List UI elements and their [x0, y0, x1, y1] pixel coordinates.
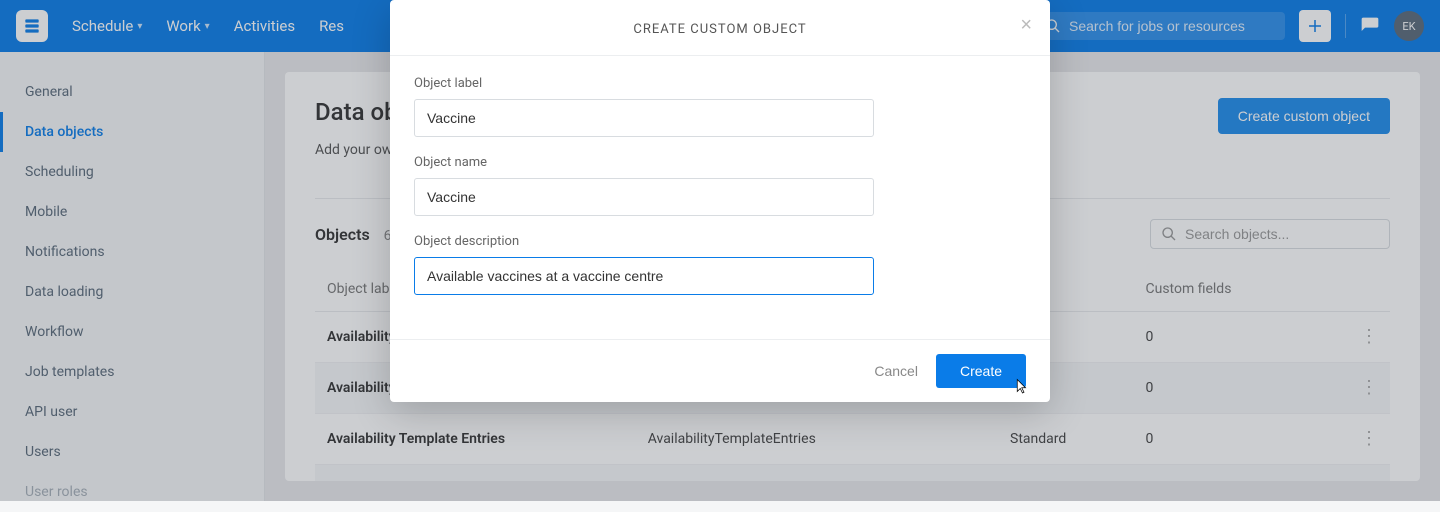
modal-overlay: CREATE CUSTOM OBJECT × Object label Obje…	[0, 0, 1440, 501]
create-object-modal: CREATE CUSTOM OBJECT × Object label Obje…	[390, 0, 1050, 402]
field-object-description: Object description	[414, 234, 1026, 295]
cancel-button[interactable]: Cancel	[874, 363, 918, 379]
object-name-input[interactable]	[414, 178, 874, 216]
field-object-label: Object label	[414, 76, 1026, 137]
modal-body: Object label Object name Object descript…	[390, 56, 1050, 339]
close-icon[interactable]: ×	[1020, 14, 1032, 37]
create-button[interactable]: Create	[936, 354, 1026, 388]
modal-footer: Cancel Create	[390, 339, 1050, 402]
modal-header: CREATE CUSTOM OBJECT ×	[390, 0, 1050, 56]
field-label: Object label	[414, 76, 1026, 91]
modal-title: CREATE CUSTOM OBJECT	[414, 22, 1026, 37]
field-object-name: Object name	[414, 155, 1026, 216]
object-description-input[interactable]	[414, 257, 874, 295]
object-label-input[interactable]	[414, 99, 874, 137]
field-label: Object name	[414, 155, 1026, 170]
field-label: Object description	[414, 234, 1026, 249]
